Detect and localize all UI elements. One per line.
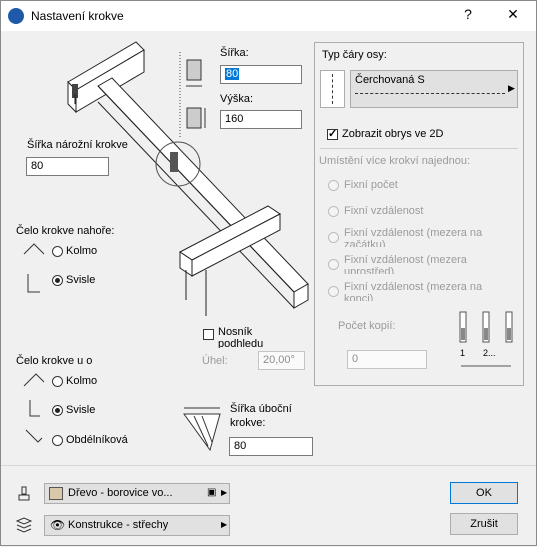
head-bottom-svisle-label: Svisle — [66, 404, 96, 416]
head-bottom-label: Čelo krokve u o — [16, 355, 93, 367]
multi-fixed-count-label: Fixní počet — [344, 179, 398, 191]
multi-gap-start-radio[interactable] — [328, 232, 339, 243]
window-title: Nastavení krokve — [31, 9, 124, 23]
head-top-kolmo-label: Kolmo — [66, 245, 98, 257]
valley-rafter-icon — [183, 407, 221, 452]
show-outline-label: Zobrazit obrys ve 2D — [342, 128, 444, 140]
multi-gap-end-label: Fixní vzdálenost (mezera na konci) — [344, 281, 483, 301]
head-bottom-kolmo-radio[interactable] — [52, 376, 63, 387]
multi-gap-middle-label: Fixní vzdálenost (mezera uprostřed) — [344, 254, 467, 274]
copies-input[interactable]: 0 — [347, 350, 427, 369]
soffit-label: Nosník podhledu — [218, 326, 264, 348]
angle-label: Úhel: — [202, 355, 228, 367]
multi-label: Umístění více krokví najednou: — [319, 155, 471, 167]
multi-gap-end-radio[interactable] — [328, 286, 339, 297]
head-bottom-icons — [23, 373, 45, 443]
layer-value: Konstrukce - střechy — [68, 519, 169, 531]
multi-fixed-dist-label: Fixní vzdálenost — [344, 205, 424, 217]
axis-line-label: Typ čáry osy: — [322, 49, 387, 61]
axis-line-dropdown[interactable]: Čerchovaná S ▶ — [350, 70, 518, 108]
axis-line-value: Čerchovaná S — [355, 74, 425, 86]
copies-diagram-label-2: 2... — [483, 348, 496, 358]
dimension-icons — [186, 59, 206, 129]
chevron-right-icon: ▶ — [221, 520, 228, 529]
axis-line-preview — [320, 70, 345, 108]
material-picker-icon: ▣ — [207, 487, 217, 498]
head-bottom-rect-radio[interactable] — [52, 435, 63, 446]
height-input[interactable]: 160 — [220, 110, 302, 129]
ok-button[interactable]: OK — [450, 482, 518, 504]
head-bottom-kolmo-label: Kolmo — [66, 375, 98, 387]
copies-diagram-label-1: 1 — [460, 348, 466, 358]
head-top-kolmo-radio[interactable] — [52, 246, 63, 257]
material-value: Dřevo - borovice vo... — [68, 487, 173, 499]
soffit-checkbox[interactable] — [203, 329, 214, 340]
chevron-right-icon: ▶ — [508, 83, 515, 93]
close-button[interactable]: ✕ — [503, 6, 523, 23]
paintbrush-icon — [18, 486, 30, 501]
width-label: Šířka: — [220, 47, 249, 59]
valley-width-label: Šířka úboční krokve: — [230, 403, 292, 429]
head-top-icons — [23, 243, 45, 293]
copies-label: Počet kopií: — [338, 320, 396, 332]
eye-icon: 👁 — [50, 518, 66, 532]
multi-fixed-dist-radio[interactable] — [328, 206, 339, 217]
help-button[interactable]: ? — [458, 6, 478, 22]
head-bottom-rect-label: Obdélníková — [66, 434, 128, 446]
multi-gap-start-label: Fixní vzdálenost (mezera na začátku) — [344, 227, 483, 247]
head-bottom-svisle-radio[interactable] — [52, 405, 63, 416]
material-dropdown[interactable]: Dřevo - borovice vo... ▣ ▶ — [44, 483, 230, 504]
corner-width-label: Šířka nárožní krokve — [27, 139, 128, 151]
layers-icon — [15, 517, 33, 533]
cancel-button[interactable]: Zrušit — [450, 513, 518, 535]
divider — [320, 148, 518, 149]
layer-dropdown[interactable]: 👁 Konstrukce - střechy ▶ — [44, 515, 230, 536]
material-swatch — [49, 487, 63, 500]
height-label: Výška: — [220, 93, 254, 105]
chevron-right-icon: ▶ — [221, 488, 228, 497]
corner-width-input[interactable]: 80 — [26, 157, 109, 176]
show-outline-checkbox[interactable] — [327, 127, 338, 140]
archicad-icon — [8, 8, 24, 24]
multi-fixed-count-radio[interactable] — [328, 180, 339, 191]
angle-input[interactable]: 20,00° — [258, 351, 305, 370]
head-top-svisle-label: Svisle — [66, 274, 96, 286]
axis-line-sample — [355, 93, 505, 94]
valley-width-input[interactable]: 80 — [229, 437, 313, 456]
width-input[interactable]: 80 — [220, 65, 302, 84]
head-top-label: Čelo krokve nahoře: — [16, 225, 115, 237]
head-top-svisle-radio[interactable] — [52, 275, 63, 286]
rafter-illustration — [67, 41, 309, 316]
multi-gap-middle-radio[interactable] — [328, 259, 339, 270]
copies-diagram — [459, 311, 513, 367]
